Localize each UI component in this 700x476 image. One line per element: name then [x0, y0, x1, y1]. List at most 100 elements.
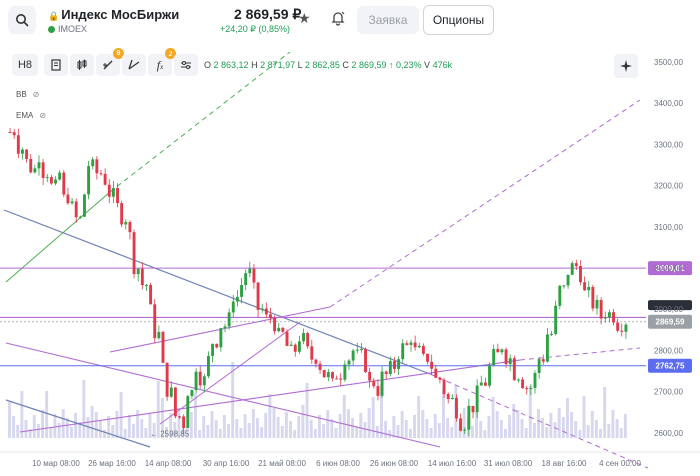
drawings-button[interactable]: 9	[96, 48, 124, 76]
candle-body	[194, 371, 198, 391]
volume-bar	[483, 430, 487, 438]
candle-body	[405, 343, 409, 345]
settings-sliders-button[interactable]	[174, 54, 198, 76]
volume-bar	[272, 408, 276, 438]
volume-bar	[119, 392, 123, 438]
candle-body	[21, 149, 24, 154]
candle-body	[541, 359, 545, 362]
candle-body	[252, 268, 256, 283]
candle-body	[566, 274, 570, 286]
y-tick-label: 3200,00	[654, 182, 683, 191]
star-icon[interactable]: ★	[298, 10, 311, 27]
order-button[interactable]: Заявка	[357, 6, 419, 34]
ohlc-change: ↑ 0,23%	[389, 60, 422, 70]
candle-body	[33, 168, 37, 173]
indicator-bb[interactable]: BB ⊘	[16, 90, 39, 99]
volume-bar	[450, 427, 454, 438]
y-axis: 3500,00 3400,00 3300,00 3200,00 3100,00 3000,…	[654, 58, 683, 438]
candle-body	[587, 286, 591, 291]
volume-bar	[371, 397, 375, 438]
volume-bar	[214, 420, 218, 438]
y-tick-label: 3300,00	[654, 140, 683, 149]
candle-body	[492, 348, 496, 366]
candle-body	[149, 284, 153, 305]
price-tags: 2999,812869,592762,75	[648, 261, 692, 373]
candle-body	[95, 159, 99, 174]
volume-bar	[475, 412, 478, 438]
ticker-name-text: Индекс МосБиржи	[61, 7, 180, 22]
candle-body	[380, 371, 384, 396]
candle-body	[318, 363, 322, 370]
chart-type-button[interactable]	[70, 54, 94, 76]
candle-body	[256, 282, 260, 310]
indicator-ema[interactable]: EMA ⊘	[16, 111, 46, 120]
candle-body	[537, 359, 541, 373]
volume-bar	[470, 426, 474, 438]
volume-bar	[611, 410, 615, 438]
candle-body	[54, 179, 57, 184]
candle-body	[248, 268, 252, 274]
candle-body	[364, 349, 367, 372]
candle-body	[62, 172, 66, 195]
volume-bar	[115, 411, 119, 438]
candle-body	[277, 327, 281, 332]
volume-bar	[462, 408, 466, 438]
eye-off-icon[interactable]: ⊘	[33, 90, 40, 99]
interval-button[interactable]: H8	[12, 54, 38, 76]
function-icon: fx	[156, 57, 164, 72]
volume-bar	[24, 420, 28, 438]
indicators-button[interactable]: fx 2	[148, 48, 176, 76]
ohlc-open-key: O	[204, 60, 212, 70]
ai-assistant-button[interactable]	[614, 54, 638, 78]
candle-body	[368, 371, 372, 381]
candle-body	[260, 308, 264, 310]
alert-bell-icon[interactable]	[330, 10, 346, 31]
candle-body	[207, 355, 210, 377]
candle-body	[347, 360, 351, 365]
candle-body	[227, 312, 231, 327]
volume-bar	[487, 416, 491, 438]
volume-bar	[41, 410, 44, 438]
x-tick-label: 14 июл 16:00	[428, 459, 477, 468]
volume-bar	[479, 421, 483, 438]
candle-body	[223, 326, 227, 329]
volume-bar	[144, 428, 148, 438]
candle-body	[426, 353, 429, 362]
candle-body	[496, 348, 500, 353]
trendline-tool-button[interactable]	[122, 54, 146, 76]
volume-bar	[520, 419, 524, 438]
options-button[interactable]: Опционы	[423, 5, 494, 35]
candle-body	[455, 397, 458, 419]
candle-body	[384, 371, 388, 375]
candle-body	[186, 396, 190, 428]
candle-body	[359, 349, 363, 351]
volume-bar	[495, 411, 499, 438]
volume-bar	[346, 409, 350, 438]
eye-off-icon[interactable]: ⊘	[39, 111, 46, 120]
price-chart[interactable]: ← 2598,85 2999,812869,592762,75 3500,003…	[0, 52, 700, 476]
candle-body	[231, 301, 235, 313]
volume-bar	[425, 419, 429, 438]
volume-bar	[280, 426, 284, 438]
volume-bar	[53, 414, 57, 438]
ticker-name[interactable]: 🔒 Индекс МосБиржи	[48, 7, 179, 22]
volume-bar	[442, 389, 445, 438]
candle-body	[16, 135, 20, 154]
search-button[interactable]	[8, 6, 36, 34]
candle-body	[165, 362, 169, 397]
chart-settings-button[interactable]	[44, 54, 68, 76]
candle-body	[83, 194, 86, 217]
candle-body	[244, 273, 248, 285]
sparkle-icon	[620, 60, 632, 72]
ohlc-close: 2 869,59	[351, 60, 387, 70]
low-annotation-label: ← 2598,85	[150, 429, 190, 438]
y-tick-label: 2700,00	[654, 388, 683, 397]
volume-bar	[615, 419, 619, 438]
volume-bar	[421, 410, 425, 438]
candle-body	[620, 330, 624, 332]
candle-body	[388, 361, 392, 375]
volume-bar	[367, 408, 371, 438]
candle-body	[140, 268, 144, 286]
candle-body	[624, 324, 628, 332]
last-price: 2 869,59 ₽	[234, 6, 302, 22]
